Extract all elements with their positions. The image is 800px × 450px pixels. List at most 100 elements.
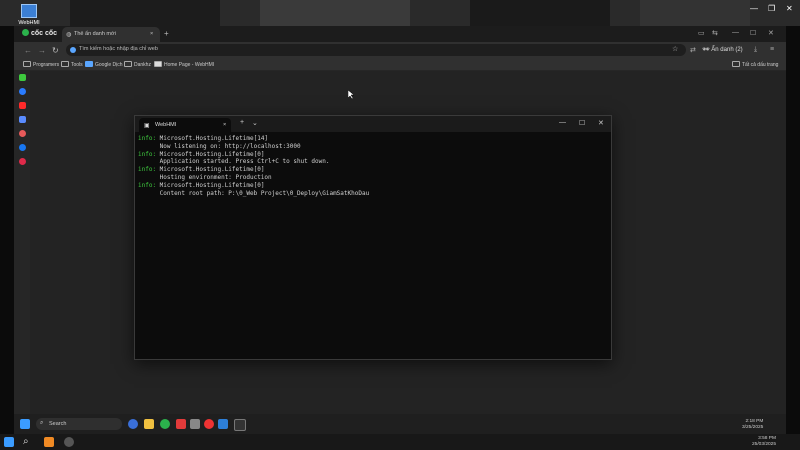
log-text: Microsoft.Hosting.Lifetime[14] — [156, 135, 269, 142]
log-text: Hosting environment: Production — [138, 173, 272, 181]
coccoc-logo-icon — [22, 29, 29, 36]
start-icon[interactable] — [20, 419, 30, 429]
bookmark-tools[interactable]: Tools — [61, 61, 83, 68]
terminal-taskbar-icon[interactable] — [234, 419, 246, 431]
terminal-minimize-icon[interactable]: — — [559, 119, 566, 126]
terminal-titlebar: ▣ WebHMI × + ⌄ — ☐ ✕ — [135, 116, 611, 132]
terminal-close-icon[interactable]: ✕ — [598, 119, 604, 127]
messenger-icon[interactable] — [19, 88, 26, 95]
log-level: info: — [138, 135, 157, 142]
shopping-icon[interactable] — [19, 130, 26, 137]
terminal-line: Now listening on: http://localhost:3000 — [138, 143, 369, 151]
bookmark-webhmi[interactable]: Home Page - WebHMI — [154, 61, 214, 68]
close-tab-icon[interactable]: × — [150, 31, 153, 37]
search-box[interactable]: ⌕ Search — [36, 418, 122, 430]
app-icon[interactable] — [176, 419, 186, 429]
log-text: Microsoft.Hosting.Lifetime[0] — [156, 181, 265, 189]
address-bar[interactable]: Tìm kiếm hoặc nhập địa chỉ web ☆ — [66, 44, 686, 56]
coccoc-icon[interactable] — [160, 419, 170, 429]
browser-logo-text: cốc cốc — [31, 30, 58, 37]
terminal-line: Hosting environment: Production — [138, 174, 369, 182]
incognito-tab-icon: ◍ — [66, 32, 72, 38]
terminal-tab[interactable]: ▣ WebHMI × — [139, 118, 231, 132]
outer-close-icon[interactable]: ✕ — [786, 4, 793, 13]
folder-icon — [124, 61, 132, 67]
sidebar-app-icon[interactable] — [19, 74, 26, 81]
minimize-icon[interactable]: — — [732, 29, 739, 36]
tab-incognito[interactable]: ◍ Thẻ ẩn danh mới × — [62, 27, 160, 42]
log-text: Application started. Press Ctrl+C to shu… — [138, 158, 330, 166]
tab-bar: cốc cốc ◍ Thẻ ẩn danh mới × + ▭ ⇆ — ☐ ✕ — [14, 26, 786, 42]
facebook-icon[interactable] — [19, 144, 26, 151]
edge-icon[interactable] — [128, 419, 138, 429]
app-icon[interactable] — [190, 419, 200, 429]
extensions-icon[interactable]: ⇆ — [712, 29, 718, 37]
bookmark-dankhz[interactable]: Dankhz — [124, 61, 151, 68]
outer-restore-icon[interactable]: ❐ — [768, 4, 775, 13]
media-icon[interactable] — [64, 437, 74, 447]
address-placeholder: Tìm kiếm hoặc nhập địa chỉ web — [79, 46, 158, 52]
translate-icon — [85, 61, 93, 67]
log-text: Now listening on: http://localhost:3000 — [138, 142, 301, 150]
maximize-icon[interactable]: ☐ — [750, 29, 756, 37]
inner-clock[interactable]: 2:18 PM 3/25/2025 — [742, 419, 763, 431]
bookmark-label: Google Dịch — [95, 62, 123, 68]
log-text: Microsoft.Hosting.Lifetime[0] — [156, 166, 265, 174]
outer-minimize-icon[interactable]: — — [750, 4, 758, 13]
app-icon[interactable] — [44, 437, 54, 447]
translate-sidebar-icon[interactable] — [19, 116, 26, 123]
bookmark-star-icon[interactable]: ☆ — [672, 45, 678, 53]
download-icon[interactable]: ⤓ — [754, 46, 757, 54]
search-label: Search — [49, 421, 67, 427]
new-tab-button[interactable]: + — [164, 29, 169, 38]
search-engine-icon — [70, 47, 76, 53]
terminal-line: info: Microsoft.Hosting.Lifetime[14] — [138, 135, 369, 143]
log-level: info: — [138, 166, 157, 174]
all-bookmarks-label: Tất cả dấu trang — [742, 62, 779, 68]
youtube-icon[interactable] — [19, 102, 26, 109]
forward-icon[interactable]: → — [38, 46, 46, 55]
log-level: info: — [138, 181, 157, 189]
bookmark-label: Tools — [71, 62, 83, 68]
folder-icon — [61, 61, 69, 67]
bookmark-google-dich[interactable]: Google Dịch — [85, 61, 123, 68]
terminal-tab-close-icon[interactable]: × — [223, 122, 226, 128]
start-icon[interactable] — [4, 437, 14, 447]
desktop-icon-webhmi[interactable]: WebHMI — [16, 4, 42, 26]
tab-search-icon[interactable]: ▭ — [698, 29, 705, 37]
app-icon[interactable] — [204, 419, 214, 429]
log-text: Content root path: P:\0_Web Project\0_De… — [138, 189, 370, 197]
folder-icon — [23, 61, 31, 67]
file-explorer-icon[interactable] — [144, 419, 154, 429]
browser-logo[interactable]: cốc cốc — [22, 29, 57, 37]
reload-icon[interactable]: ↻ — [52, 46, 59, 55]
outer-clock[interactable]: 3:58 PM 25/03/2025 — [752, 436, 776, 448]
terminal-line: info: Microsoft.Hosting.Lifetime[0] — [138, 166, 369, 174]
close-icon[interactable]: ✕ — [768, 29, 774, 37]
log-text: Microsoft.Hosting.Lifetime[0] — [156, 150, 265, 158]
vscode-icon[interactable] — [218, 419, 228, 429]
terminal-new-tab-button[interactable]: + — [240, 119, 244, 126]
outer-date: 25/03/2025 — [752, 442, 777, 447]
incognito-indicator[interactable]: 🕶 Ẩn danh (2) — [702, 46, 743, 53]
bookmark-programers[interactable]: Programers — [23, 61, 59, 68]
search-icon: ⌕ — [40, 420, 44, 426]
bookmark-label: Home Page - WebHMI — [164, 62, 215, 68]
share-icon[interactable]: ⇄ — [690, 46, 696, 54]
terminal-window[interactable]: ▣ WebHMI × + ⌄ — ☐ ✕ info: Microsoft.Hos… — [134, 115, 612, 360]
toolbar: ← → ↻ Tìm kiếm hoặc nhập địa chỉ web ☆ ⇄… — [14, 42, 786, 59]
all-bookmarks[interactable]: Tất cả dấu trang — [732, 61, 778, 68]
mouse-cursor-icon — [348, 90, 354, 99]
back-icon[interactable]: ← — [24, 46, 32, 55]
inner-taskbar: ⌕ Search 2:18 PM 3/25/2025 — [14, 414, 786, 434]
terminal-line: info: Microsoft.Hosting.Lifetime[0] — [138, 151, 369, 159]
terminal-dropdown-icon[interactable]: ⌄ — [252, 119, 258, 127]
wallpaper-stripe — [470, 0, 610, 26]
desktop-background — [0, 0, 800, 26]
terminal-output[interactable]: info: Microsoft.Hosting.Lifetime[14] Now… — [138, 135, 369, 197]
inner-date: 3/25/2025 — [742, 425, 764, 430]
menu-icon[interactable]: ≡ — [770, 46, 774, 53]
terminal-maximize-icon[interactable]: ☐ — [579, 119, 585, 127]
music-icon[interactable] — [19, 158, 26, 165]
search-icon[interactable]: ⌕ — [23, 436, 29, 447]
